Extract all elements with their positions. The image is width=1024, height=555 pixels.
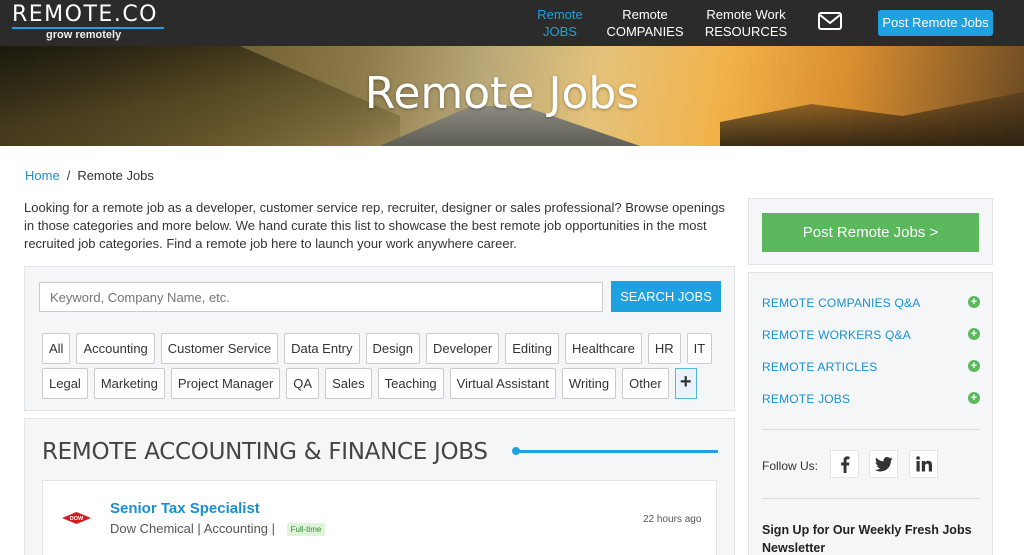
job-type-badge: Full-time [286,523,326,537]
category-all[interactable]: All [42,333,71,364]
sidebar-post-jobs-button[interactable]: Post Remote Jobs > [762,213,979,252]
category-legal[interactable]: Legal [42,368,88,399]
category-editing[interactable]: Editing [505,333,559,364]
hero-banner: Remote Jobs [0,46,1024,146]
category-other[interactable]: Other [622,368,669,399]
category-accounting[interactable]: Accounting [76,333,155,364]
nav-item-line1: Remote [622,7,668,22]
category-data-entry[interactable]: Data Entry [284,333,360,364]
company-logo-text: DOW [70,516,84,522]
sidebar-link-label: REMOTE COMPANIES Q&A [762,296,921,310]
sidebar-link-remote-articles[interactable]: REMOTE ARTICLES + [762,357,980,377]
section-title-line [515,450,718,453]
plus-circle-icon: + [968,296,980,308]
job-posted-time: 22 hours ago [643,514,702,525]
sidebar-link-remote-companies-qa[interactable]: REMOTE COMPANIES Q&A + [762,293,980,313]
sidebar-divider [762,429,980,430]
linkedin-glyph [915,456,932,472]
nav-item-remote-companies[interactable]: Remote COMPANIES [604,6,686,40]
category-customer-service[interactable]: Customer Service [160,333,279,364]
category-teaching[interactable]: Teaching [377,368,444,399]
category-sales[interactable]: Sales [325,368,372,399]
nav-item-remote-work-resources[interactable]: Remote Work RESOURCES [703,6,789,40]
breadcrumb: Home / Remote Jobs [25,168,154,183]
sidebar-link-label: REMOTE WORKERS Q&A [762,328,911,342]
sidebar-links-box: REMOTE COMPANIES Q&A + REMOTE WORKERS Q&… [748,272,993,555]
job-title-link[interactable]: Senior Tax Specialist [110,500,260,517]
breadcrumb-home-link[interactable]: Home [25,168,60,183]
category-healthcare[interactable]: Healthcare [565,333,642,364]
job-category: Accounting [203,521,269,536]
category-row-1: All Accounting Customer Service Data Ent… [42,333,713,364]
category-virtual-assistant[interactable]: Virtual Assistant [449,368,556,399]
hero-title: Remote Jobs [364,68,640,119]
facebook-icon[interactable] [830,450,859,478]
job-company: Dow Chemical [110,521,194,536]
category-developer[interactable]: Developer [425,333,500,364]
sidebar-link-label: REMOTE ARTICLES [762,360,878,374]
sidebar-link-label: REMOTE JOBS [762,392,851,406]
twitter-glyph [874,456,893,471]
breadcrumb-current: Remote Jobs [77,168,154,183]
sidebar-post-box: Post Remote Jobs > [748,198,993,265]
linkedin-icon[interactable] [909,450,938,478]
search-input[interactable] [39,282,603,312]
follow-us-label: Follow Us: [762,459,819,473]
nav-item-line2: JOBS [543,24,577,39]
nav-item-line2: RESOURCES [704,24,788,39]
category-it[interactable]: IT [686,333,713,364]
more-categories-button[interactable]: + [674,368,697,399]
plus-circle-icon: + [968,328,980,340]
nav-item-line1: Remote Work [706,7,786,22]
category-hr[interactable]: HR [647,333,681,364]
category-project-manager[interactable]: Project Manager [170,368,281,399]
jobs-section: REMOTE ACCOUNTING & FINANCE JOBS DOW Sen… [24,418,735,555]
nav-item-line2: COMPANIES [606,24,684,39]
job-card[interactable]: DOW Senior Tax Specialist Dow Chemical |… [42,480,717,555]
plus-circle-icon: + [968,360,980,372]
sidebar-link-remote-workers-qa[interactable]: REMOTE WORKERS Q&A + [762,325,980,345]
company-logo: DOW [62,512,91,524]
category-qa[interactable]: QA [286,368,320,399]
intro-text: Looking for a remote job as a developer,… [24,200,725,251]
top-nav: REMOTE.CO grow remotely Remote JOBS Remo… [0,0,1024,46]
sidebar-divider [762,498,980,499]
facebook-glyph [840,455,849,473]
plus-circle-icon: + [968,392,980,404]
category-writing[interactable]: Writing [561,368,617,399]
post-remote-jobs-button[interactable]: Post Remote Jobs [878,10,993,36]
category-design[interactable]: Design [365,333,420,364]
section-title: REMOTE ACCOUNTING & FINANCE JOBS [42,439,488,465]
logo[interactable]: REMOTE.CO grow remotely [12,2,164,41]
newsletter-heading: Sign Up for Our Weekly Fresh Jobs Newsle… [762,523,972,555]
nav-item-remote-jobs[interactable]: Remote JOBS [532,6,588,40]
twitter-icon[interactable] [869,450,898,478]
nav-item-line1: Remote [537,7,583,22]
category-row-2: Legal Marketing Project Manager QA Sales… [42,368,697,399]
category-marketing[interactable]: Marketing [93,368,165,399]
sidebar-link-remote-jobs[interactable]: REMOTE JOBS + [762,389,980,409]
breadcrumb-separator: / [66,168,71,183]
logo-tagline: grow remotely [46,29,122,41]
logo-text: REMOTE.CO [12,2,158,27]
job-meta: Dow Chemical | Accounting | Full-time [110,521,326,537]
search-panel: SEARCH JOBS All Accounting Customer Serv… [24,266,735,411]
search-jobs-button[interactable]: SEARCH JOBS [611,281,721,312]
mail-icon[interactable] [818,12,842,30]
